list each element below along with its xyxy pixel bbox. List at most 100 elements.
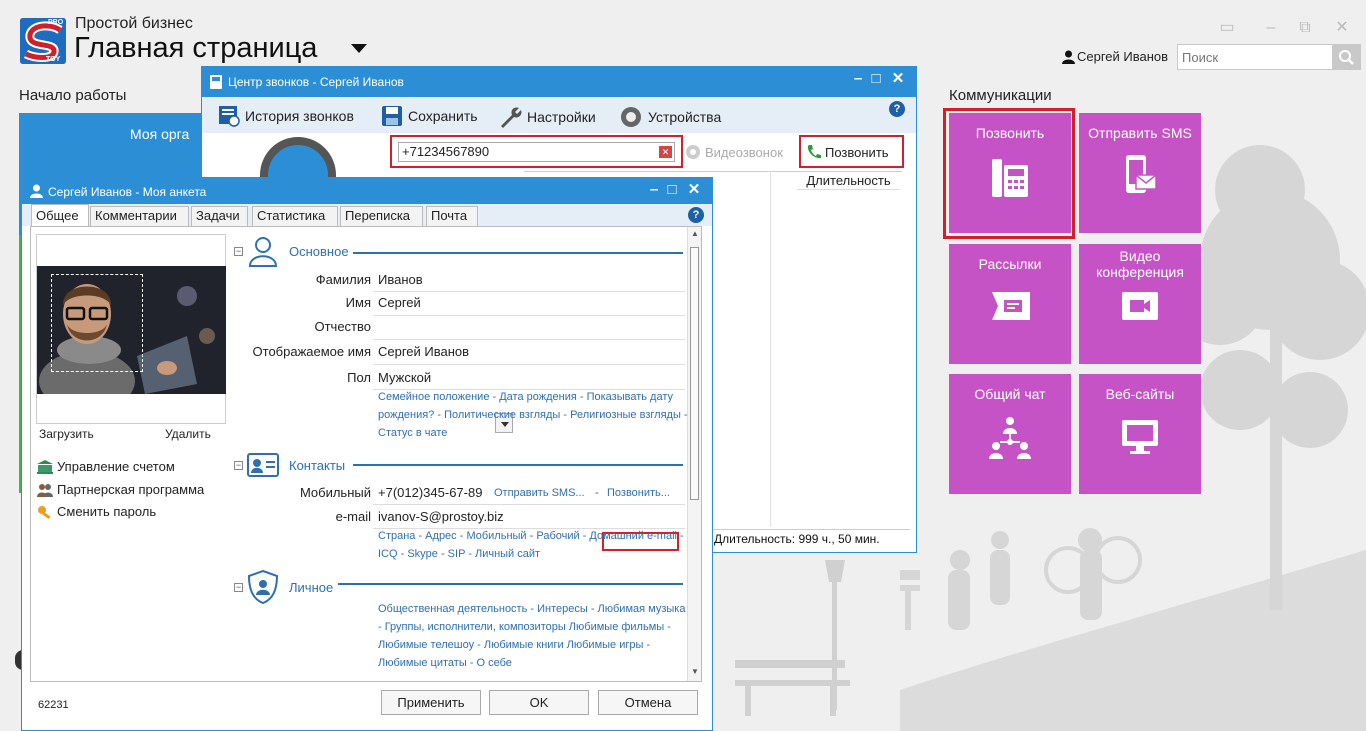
phone-number-input[interactable]: +71234567890 ✕	[398, 142, 675, 162]
close-icon[interactable]: ✕	[890, 71, 906, 87]
contacts-more-links[interactable]: Страна - Адрес - Мобильный - Рабочий - Д…	[378, 527, 688, 563]
settings-button[interactable]: Настройки	[498, 105, 596, 129]
search-button[interactable]	[1332, 45, 1360, 69]
gender-select[interactable]: Мужской	[378, 370, 431, 385]
people-icon	[37, 483, 53, 497]
phone-number-value: +71234567890	[402, 144, 490, 159]
scroll-down-icon[interactable]: ▼	[691, 667, 699, 676]
tile-send-sms[interactable]: Отправить SMS	[1079, 113, 1201, 233]
profile-titlebar[interactable]: Сергей Иванов - Моя анкета – □ ✕	[22, 178, 712, 204]
side-link-label: Партнерская программа	[57, 482, 205, 497]
tab-comments[interactable]: Комментарии	[90, 206, 189, 226]
photo-box	[36, 234, 226, 424]
apply-button[interactable]: Применить	[381, 690, 481, 715]
tab-mail[interactable]: Почта	[426, 206, 478, 226]
tile-video-conference[interactable]: Видео конференция	[1079, 244, 1201, 364]
profile-window: Сергей Иванов - Моя анкета – □ ✕ Общее К…	[21, 177, 713, 731]
call-button[interactable]: Позвонить	[806, 144, 889, 160]
photo-crop-frame[interactable]	[51, 274, 143, 372]
section-contacts-header[interactable]: − Контакты	[234, 452, 345, 478]
minimize-icon[interactable]: –	[850, 71, 866, 87]
first-name-field[interactable]: Сергей	[378, 295, 421, 310]
user-icon	[30, 184, 43, 198]
scroll-thumb[interactable]	[690, 247, 699, 500]
link-separator: -	[595, 487, 599, 499]
tab-tasks[interactable]: Задачи	[191, 206, 248, 226]
tile-label: Веб-сайты	[1105, 386, 1175, 402]
mailing-icon	[992, 292, 1030, 320]
maximize-icon[interactable]: □	[868, 71, 884, 87]
restore-icon[interactable]: ⧉	[1290, 18, 1320, 38]
headset-icon	[621, 107, 641, 127]
devices-button[interactable]: Устройства	[619, 105, 721, 129]
save-button[interactable]: Сохранить	[381, 105, 478, 127]
help-icon[interactable]: ?	[688, 207, 704, 223]
side-link-label: Сменить пароль	[57, 504, 157, 519]
tab-general[interactable]: Общее	[31, 204, 89, 226]
phone-handset-icon	[807, 145, 821, 159]
section-personal-header[interactable]: − Личное	[234, 570, 333, 604]
section-basic-header[interactable]: − Основное	[234, 235, 349, 267]
contact-card-icon	[247, 453, 279, 477]
list-header-line	[524, 171, 902, 172]
collapse-icon[interactable]: −	[234, 582, 243, 592]
profile-photo[interactable]	[37, 266, 226, 394]
cancel-button[interactable]: Отмена	[598, 690, 698, 715]
page-title[interactable]: Главная страница	[74, 32, 317, 65]
display-name-field[interactable]: Сергей Иванов	[378, 344, 469, 359]
devices-label: Устройства	[648, 109, 722, 125]
monitor-icon	[1122, 420, 1158, 454]
user-menu[interactable]: Сергей Иванов	[1062, 48, 1168, 66]
minimize-icon[interactable]: –	[1256, 18, 1286, 38]
settings-label: Настройки	[527, 109, 596, 125]
tab-statistics[interactable]: Статистика	[252, 206, 338, 226]
chevron-down-icon[interactable]	[351, 44, 367, 53]
scroll-up-icon[interactable]: ▲	[691, 229, 699, 238]
video-call-button[interactable]: Видеозвонок	[685, 144, 783, 160]
profile-tabs: Общее Комментарии Задачи Статистика Пере…	[22, 204, 712, 226]
field-separator	[373, 364, 685, 365]
last-name-field[interactable]: Иванов	[378, 272, 423, 287]
delete-photo-link[interactable]: Удалить	[165, 427, 211, 441]
close-icon[interactable]: ✕	[686, 182, 702, 198]
maximize-icon[interactable]: □	[664, 182, 680, 198]
change-password-link[interactable]: Сменить пароль	[37, 504, 156, 519]
partner-program-link[interactable]: Партнерская программа	[37, 482, 204, 497]
vertical-scrollbar[interactable]: ▲ ▼	[687, 227, 701, 681]
call-center-titlebar[interactable]: Центр звонков - Сергей Иванов – □ ✕	[202, 67, 916, 97]
call-link[interactable]: Позвонить...	[607, 487, 670, 499]
close-icon[interactable]: ✕	[1327, 18, 1357, 38]
email-field[interactable]: ivanov-S@prostoy.biz	[378, 509, 504, 524]
field-separator	[373, 339, 685, 340]
minimize-icon[interactable]: –	[646, 182, 662, 198]
collapse-icon[interactable]: −	[234, 246, 243, 256]
clear-icon[interactable]: ✕	[659, 146, 672, 158]
tile-label: Видео конференция	[1096, 248, 1184, 280]
ok-button[interactable]: OK	[489, 690, 589, 715]
tile-mailings[interactable]: Рассылки	[949, 244, 1071, 364]
app-subtitle: Простой бизнес	[75, 15, 193, 32]
keyboard-icon[interactable]: ▭	[1212, 18, 1242, 38]
field-label: Мобильный	[299, 485, 371, 500]
basic-more-links[interactable]: Семейное положение - Дата рождения - Пок…	[378, 388, 688, 442]
mobile-phone-field[interactable]: +7(012)345-67-89	[378, 485, 482, 500]
section-divider	[338, 583, 683, 585]
tile-websites[interactable]: Веб-сайты	[1079, 374, 1201, 494]
tile-group-chat[interactable]: Общий чат	[949, 374, 1071, 494]
status-divider	[712, 529, 910, 530]
bank-icon	[37, 459, 53, 474]
middle-name-field[interactable]	[378, 319, 678, 335]
profile-title: Сергей Иванов - Моя анкета	[48, 185, 207, 199]
send-sms-link[interactable]: Отправить SMS...	[494, 487, 585, 499]
duration-column-header[interactable]: Длительность	[797, 173, 900, 190]
account-management-link[interactable]: Управление счетом	[37, 459, 175, 474]
collapse-icon[interactable]: −	[234, 460, 243, 470]
search-box[interactable]	[1177, 44, 1361, 70]
upload-photo-link[interactable]: Загрузить	[39, 427, 94, 441]
tab-correspondence[interactable]: Переписка	[340, 206, 423, 226]
call-history-button[interactable]: История звонков	[218, 105, 354, 127]
help-icon[interactable]: ?	[889, 101, 905, 117]
personal-more-links[interactable]: Общественная деятельность - Интересы - Л…	[378, 600, 686, 672]
field-label: e-mail	[335, 509, 371, 524]
search-input[interactable]	[1178, 45, 1332, 69]
